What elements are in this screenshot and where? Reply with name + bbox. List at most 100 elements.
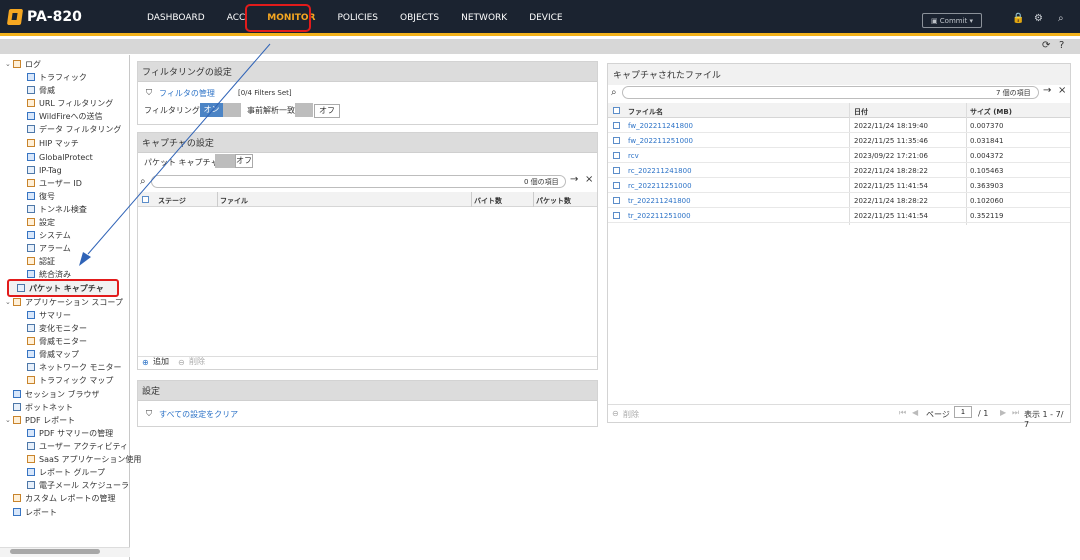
packet-capture-toggle-off[interactable]: オフ [235,154,253,168]
file-row[interactable]: tr_202211251000 2022/11/25 11:41:54 0.3521… [608,208,1070,223]
sidebar-item-session-browser[interactable]: セッション ブラウザ [5,388,100,400]
sidebar-item-ip-tag[interactable]: IP-Tag [27,164,62,176]
chevron-down-icon[interactable]: ⌄ [5,416,13,424]
sidebar-item-threat[interactable]: 脅威 [27,84,55,96]
sidebar-scroll-thumb[interactable] [10,549,100,554]
sidebar-item-tunnel[interactable]: トンネル検査 [27,203,87,215]
sidebar-item-pdf-report[interactable]: ⌄ PDF レポート [5,414,75,426]
sidebar-item-globalprotect[interactable]: GlobalProtect [27,151,93,163]
chevron-down-icon[interactable]: ⌄ [5,60,13,68]
nav-policies[interactable]: POLICIES [338,13,379,23]
pre-parse-toggle-off[interactable]: オフ [314,104,340,118]
nav-dashboard[interactable]: DASHBOARD [147,13,205,23]
file-row[interactable]: rcv 2023/09/22 17:21:06 0.004372 [608,148,1070,163]
sidebar-item-threat-monitor[interactable]: 脅威モニター [27,335,87,347]
sidebar-item-wildfire[interactable]: WildFireへの送信 [27,110,103,122]
sidebar-item-summary[interactable]: サマリー [27,309,71,321]
file-name-link[interactable]: fw_202211251000 [628,137,693,145]
lock-icon[interactable]: 🔒 [1012,13,1024,24]
sidebar-item-botnet[interactable]: ボットネット [5,401,73,413]
manage-filters-link[interactable]: フィルタの管理 [159,88,215,99]
capture-search-input[interactable] [151,175,566,188]
files-search-icon[interactable]: ⌕ [611,87,617,98]
sidebar-item-traffic[interactable]: トラフィック [27,71,87,83]
refresh-icon[interactable]: ⟳ [1042,40,1050,51]
row-checkbox[interactable] [613,182,620,189]
sidebar-item-log[interactable]: ⌄ ログ [5,58,41,70]
file-name-link[interactable]: tr_202211241800 [628,197,691,205]
row-checkbox[interactable] [613,137,620,144]
sidebar-item-data-filter[interactable]: データ フィルタリング [27,123,121,135]
file-row[interactable]: rc_202211251000 2022/11/25 11:41:54 0.3639… [608,178,1070,193]
file-name-link[interactable]: rc_202211251000 [628,182,692,190]
capture-search-clear-icon[interactable]: × [585,174,593,185]
nav-objects[interactable]: OBJECTS [400,13,439,23]
sidebar-item-user-id[interactable]: ユーザー ID [27,177,82,189]
capture-search-icon[interactable]: ⌕ [140,176,146,187]
row-checkbox[interactable] [613,167,620,174]
file-row[interactable]: fw_202211251000 2022/11/25 11:35:46 0.0318… [608,133,1070,148]
row-checkbox[interactable] [613,212,620,219]
sidebar-item-url[interactable]: URL フィルタリング [27,97,113,109]
sidebar-item-auth[interactable]: 認証 [27,255,55,267]
capture-search-go-icon[interactable]: → [570,174,578,185]
row-checkbox[interactable] [613,122,620,129]
sidebar-item-saas[interactable]: SaaS アプリケーション使用 [27,453,141,465]
file-row[interactable]: tr_202211241800 2022/11/24 18:28:22 0.1020… [608,193,1070,208]
sidebar-item-change-monitor[interactable]: 変化モニター [27,322,87,334]
sidebar-item-pdf-summary[interactable]: PDF サマリーの管理 [27,427,113,439]
capture-select-all-checkbox[interactable] [142,196,149,203]
page-number-input[interactable] [954,406,972,418]
file-name-link[interactable]: tr_202211251000 [628,212,691,220]
clear-all-settings-link[interactable]: すべての設定をクリア [159,409,238,420]
packet-column-header[interactable]: パケット数 [536,196,571,206]
files-search-input[interactable] [622,86,1039,99]
date-column-header[interactable]: 日付 [854,107,868,117]
search-icon[interactable]: ⌕ [1058,13,1064,24]
file-name-link[interactable]: rc_202211241800 [628,167,692,175]
sidebar-item-packet-capture[interactable]: パケット キャプチャ [7,279,119,297]
files-select-all-checkbox[interactable] [613,107,620,114]
last-page-icon[interactable]: ⏭ [1012,408,1019,418]
sidebar-item-email-scheduler[interactable]: 電子メール スケジューラ [27,479,129,491]
row-checkbox[interactable] [613,152,620,159]
nav-device[interactable]: DEVICE [529,13,562,23]
byte-column-header[interactable]: バイト数 [474,196,502,206]
next-page-icon[interactable]: ▶ [1000,408,1006,417]
filtering-toggle-on[interactable]: オン [200,103,223,117]
file-row[interactable]: rc_202211241800 2022/11/24 18:28:22 0.1054… [608,163,1070,178]
file-column-header[interactable]: ファイル [220,196,248,206]
nav-acc[interactable]: ACC [227,13,246,23]
sidebar-item-alarm[interactable]: アラーム [27,242,71,254]
help-icon[interactable]: ? [1059,40,1064,51]
size-column-header[interactable]: サイズ (MB) [970,107,1012,117]
sidebar-item-system[interactable]: システム [27,229,71,241]
chevron-down-icon[interactable]: ⌄ [5,298,13,306]
first-page-icon[interactable]: ⏮ [899,408,906,418]
sidebar-item-threat-map[interactable]: 脅威マップ [27,348,79,360]
stage-column-header[interactable]: ステージ [158,196,186,206]
packet-capture-toggle-track[interactable] [215,154,235,168]
sidebar-item-report[interactable]: レポート [5,506,57,518]
sidebar-item-traffic-map[interactable]: トラフィック マップ [27,374,113,386]
sidebar-item-hip[interactable]: HIP マッチ [27,137,79,149]
files-search-clear-icon[interactable]: × [1058,85,1066,96]
prev-page-icon[interactable]: ◀ [912,408,918,417]
filtering-toggle-track[interactable] [223,103,241,117]
sidebar-item-network-monitor[interactable]: ネットワーク モニター [27,361,122,373]
pre-parse-toggle-track[interactable] [295,103,313,117]
commit-button[interactable]: ▣ Commit ▾ [922,13,982,28]
row-checkbox[interactable] [613,197,620,204]
sidebar-item-user-activity[interactable]: ユーザー アクティビティ [27,440,128,452]
files-search-go-icon[interactable]: → [1043,85,1051,96]
nav-network[interactable]: NETWORK [461,13,507,23]
add-icon[interactable]: ⊕ [142,358,149,367]
sidebar-item-custom-report[interactable]: カスタム レポートの管理 [5,492,116,504]
sidebar-item-decrypt[interactable]: 復号 [27,190,55,202]
sidebar-item-report-group[interactable]: レポート グループ [27,466,105,478]
file-name-link[interactable]: rcv [628,152,639,160]
filename-column-header[interactable]: ファイル名 [628,107,663,117]
file-name-link[interactable]: fw_202211241800 [628,122,693,130]
config-icon[interactable]: ⚙ [1034,13,1043,24]
sidebar-item-config[interactable]: 設定 [27,216,55,228]
